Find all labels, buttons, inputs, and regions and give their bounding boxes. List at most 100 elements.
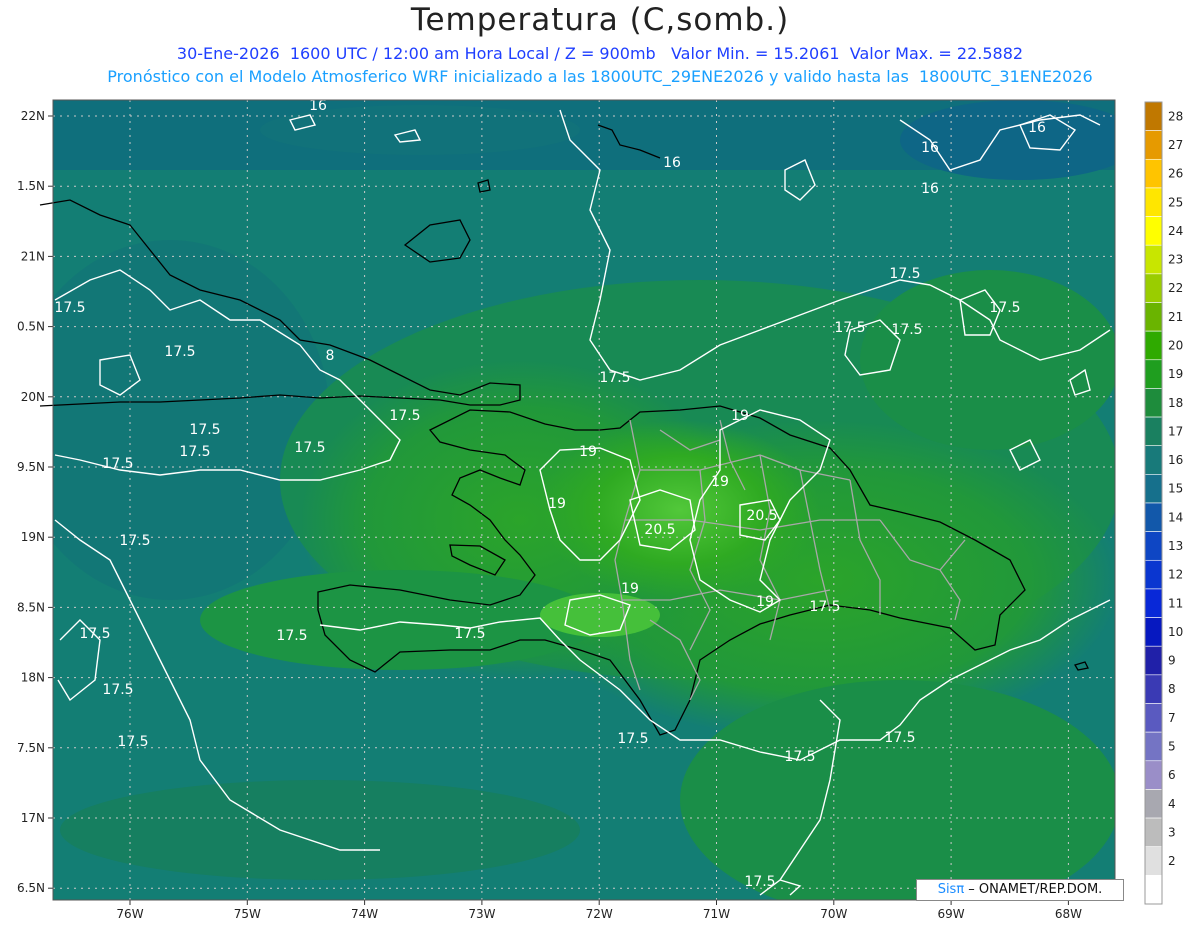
legend-swatch — [1144, 817, 1163, 848]
contour-label: 17.5 — [179, 444, 210, 460]
lat-tick-label: 8.5N — [17, 600, 45, 614]
legend-swatch — [1144, 302, 1163, 332]
lat-tick-label: 6.5N — [17, 881, 45, 895]
lon-tick-label: 69W — [938, 907, 965, 921]
legend-label: 18 — [1168, 396, 1183, 410]
lat-tick-label: 18N — [21, 671, 45, 685]
contour-label: 17.5 — [119, 533, 150, 549]
lat-tick-label: 20N — [21, 390, 45, 404]
legend-swatch — [1144, 846, 1163, 876]
legend-label: 6 — [1168, 768, 1176, 782]
legend-label: 25 — [1168, 195, 1183, 209]
legend-swatch — [1144, 244, 1163, 275]
credit-onamet: – ONAMET/REP.DOM. — [964, 882, 1103, 897]
legend-swatch — [1144, 789, 1163, 819]
contour-label: 17.5 — [389, 408, 420, 424]
contour-label: 19 — [548, 496, 566, 512]
legend-label: 9 — [1168, 654, 1176, 668]
lon-tick-label: 72W — [586, 907, 613, 921]
latitude-axis: 22N 1.5N 21N 0.5N 20N 9.5N 19N 8.5N 18N 7.5N 17N 6.… — [17, 109, 53, 895]
legend-label: 2 — [1168, 854, 1176, 868]
contour-label: 8 — [326, 348, 335, 364]
legend-swatch — [1144, 674, 1163, 704]
contour-label: 19 — [711, 474, 729, 490]
contour-label: 17.5 — [117, 734, 148, 750]
legend-label: 24 — [1168, 224, 1183, 238]
legend-swatch — [1144, 559, 1163, 590]
contour-label: 17.5 — [79, 626, 110, 642]
lat-tick-label: 21N — [21, 249, 45, 263]
credit-box: Sisπ – ONAMET/REP.DOM. — [916, 879, 1124, 901]
legend-label: 3 — [1168, 825, 1176, 839]
lat-tick-label: 9.5N — [17, 460, 45, 474]
legend-swatch — [1144, 388, 1163, 418]
lat-tick-label: 0.5N — [17, 320, 45, 334]
legend-swatch — [1144, 474, 1163, 504]
legend-swatch — [1144, 731, 1163, 762]
legend-label: 23 — [1168, 253, 1183, 267]
lat-tick-label: 1.5N — [17, 179, 45, 193]
contour-label: 17.5 — [884, 730, 915, 746]
contour-label: 17.5 — [189, 422, 220, 438]
lon-tick-label: 71W — [703, 907, 730, 921]
legend-label: 4 — [1168, 797, 1176, 811]
lat-tick-label: 22N — [21, 109, 45, 123]
legend-swatch — [1144, 875, 1163, 905]
legend-label: 8 — [1168, 682, 1176, 696]
legend-swatch — [1144, 502, 1163, 532]
contour-label: 17.5 — [599, 370, 630, 386]
contour-label: 20.5 — [746, 508, 777, 524]
legend-swatch — [1144, 416, 1163, 447]
legend-swatch — [1144, 645, 1163, 676]
contour-label: 17.5 — [891, 322, 922, 338]
legend-label: 19 — [1168, 367, 1183, 381]
lon-tick-label: 68W — [1055, 907, 1082, 921]
contour-label: 17.5 — [889, 266, 920, 282]
contour-label: 17.5 — [617, 731, 648, 747]
legend-swatch — [1144, 130, 1163, 160]
legend-label: 11 — [1168, 596, 1183, 610]
contour-label: 17.5 — [989, 300, 1020, 316]
legend-label: 26 — [1168, 167, 1183, 181]
legend-swatch — [1144, 617, 1163, 647]
legend-label: 10 — [1168, 625, 1183, 639]
lat-tick-label: 7.5N — [17, 741, 45, 755]
longitude-axis: 76W 75W 74W 73W 72W 71W 70W 69W 68W — [116, 900, 1082, 921]
lon-tick-label: 73W — [468, 907, 495, 921]
contour-label: 17.5 — [164, 344, 195, 360]
contour-label: 16 — [1028, 120, 1046, 136]
lon-tick-label: 76W — [116, 907, 143, 921]
lon-tick-label: 70W — [820, 907, 847, 921]
contour-label: 17.5 — [102, 456, 133, 472]
contour-label: 17.5 — [102, 682, 133, 698]
legend-label: 17 — [1168, 424, 1183, 438]
contour-label: 17.5 — [834, 320, 865, 336]
contour-label: 17.5 — [294, 440, 325, 456]
legend-label: 28 — [1168, 109, 1183, 123]
contour-label: 16 — [921, 140, 939, 156]
legend-label: 21 — [1168, 310, 1183, 324]
contour-label: 16 — [921, 181, 939, 197]
contour-label: 17.5 — [784, 749, 815, 765]
contour-label: 19 — [756, 594, 774, 610]
contour-label: 17.5 — [276, 628, 307, 644]
legend-swatch — [1144, 703, 1163, 733]
contour-label: 20.5 — [644, 522, 675, 538]
contour-label: 19 — [579, 444, 597, 460]
legend-label: 16 — [1168, 453, 1183, 467]
legend-swatch — [1144, 330, 1163, 361]
contour-label: 17.5 — [744, 874, 775, 890]
legend-swatch — [1144, 359, 1163, 389]
legend-label: 12 — [1168, 568, 1183, 582]
legend-label: 5 — [1168, 739, 1176, 753]
legend-swatch — [1144, 588, 1163, 618]
legend-swatch — [1144, 273, 1163, 303]
lat-tick-label: 17N — [21, 811, 45, 825]
lat-tick-label: 19N — [21, 530, 45, 544]
legend-label: 22 — [1168, 281, 1183, 295]
legend-label: 14 — [1168, 510, 1183, 524]
legend-swatch — [1144, 101, 1163, 131]
legend-swatch — [1144, 216, 1163, 246]
contour-label: 17.5 — [54, 300, 85, 316]
lon-tick-label: 75W — [234, 907, 261, 921]
